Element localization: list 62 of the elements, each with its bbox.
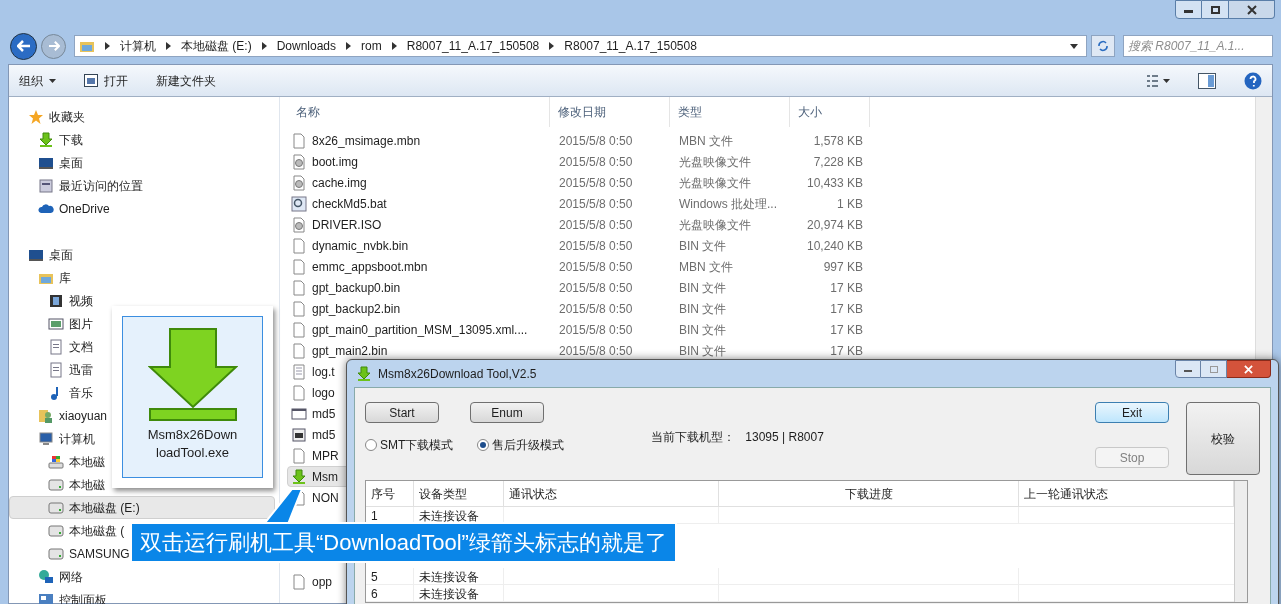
file-date: 2015/5/8 0:50	[558, 300, 634, 318]
file-name: Msm	[312, 468, 338, 486]
file-name: gpt_backup2.bin	[312, 300, 401, 318]
file-type: BIN 文件	[678, 300, 728, 318]
file-size: 17 KB	[829, 321, 863, 339]
file-date: 2015/5/8 0:50	[558, 216, 634, 234]
model-label: 当前下载机型：	[651, 429, 736, 446]
file-name: NON	[312, 489, 339, 507]
file-size: 10,240 KB	[805, 237, 863, 255]
table-cell: 5	[366, 568, 414, 585]
file-name: checkMd5.bat	[312, 195, 387, 213]
file-size: 1,578 KB	[812, 132, 863, 150]
dialog-title: Msm8x26Download Tool,V2.5	[378, 365, 537, 383]
file-caption: Msm8x26DownloadTool.exe	[146, 426, 239, 462]
file-size: 17 KB	[829, 279, 863, 297]
file-name: md5	[312, 426, 336, 444]
model-value: 13095 | R8007	[745, 429, 824, 446]
file-type: MBN 文件	[678, 258, 734, 276]
file-name: logo	[312, 384, 335, 402]
file-type: BIN 文件	[678, 279, 728, 297]
file-date: 2015/5/8 0:50	[558, 132, 634, 150]
table-cell: 未连接设备	[414, 568, 504, 585]
file-name: gpt_main0_partition_MSM_13095.xml....	[312, 321, 528, 339]
file-name: gpt_backup0.bin	[312, 279, 401, 297]
table-cell: 未连接设备	[414, 585, 504, 602]
file-name: emmc_appsboot.mbn	[312, 258, 428, 276]
table-cell: 6	[366, 585, 414, 602]
file-type: 光盘映像文件	[678, 174, 752, 192]
file-name: boot.img	[312, 153, 359, 171]
file-type: MBN 文件	[678, 132, 734, 150]
file-date: 2015/5/8 0:50	[558, 321, 634, 339]
file-type: 光盘映像文件	[678, 216, 752, 234]
file-date: 2015/5/8 0:50	[558, 174, 634, 192]
file-date: 2015/5/8 0:50	[558, 279, 634, 297]
file-name: 8x26_msimage.mbn	[312, 132, 421, 150]
file-size: 20,974 KB	[805, 216, 863, 234]
file-date: 2015/5/8 0:50	[558, 195, 634, 213]
file-date: 2015/5/8 0:50	[558, 153, 634, 171]
file-name: cache.img	[312, 174, 367, 192]
file-name: md5	[312, 405, 336, 423]
radio-label: 售后升级模式	[492, 437, 565, 454]
file-name: MPR	[312, 447, 339, 465]
file-size: 997 KB	[822, 258, 863, 276]
file-size: 1 KB	[836, 195, 863, 213]
radio-label: SMT下载模式	[380, 437, 454, 454]
file-name: dynamic_nvbk.bin	[312, 237, 409, 255]
file-size: 7,228 KB	[812, 153, 863, 171]
file-name: log.t	[312, 363, 335, 381]
file-size: 17 KB	[829, 300, 863, 318]
file-size: 10,433 KB	[805, 174, 863, 192]
file-size: 17 KB	[829, 342, 863, 360]
file-name: gpt_main2.bin	[312, 342, 388, 360]
file-name: opp	[312, 573, 333, 591]
file-type: Windows 批处理...	[678, 195, 778, 213]
file-type: BIN 文件	[678, 237, 728, 255]
file-date: 2015/5/8 0:50	[558, 237, 634, 255]
file-type: BIN 文件	[678, 321, 728, 339]
file-name: DRIVER.ISO	[312, 216, 382, 234]
file-type: BIN 文件	[678, 342, 728, 360]
file-date: 2015/5/8 0:50	[558, 342, 634, 360]
file-type: 光盘映像文件	[678, 153, 752, 171]
file-date: 2015/5/8 0:50	[558, 258, 634, 276]
